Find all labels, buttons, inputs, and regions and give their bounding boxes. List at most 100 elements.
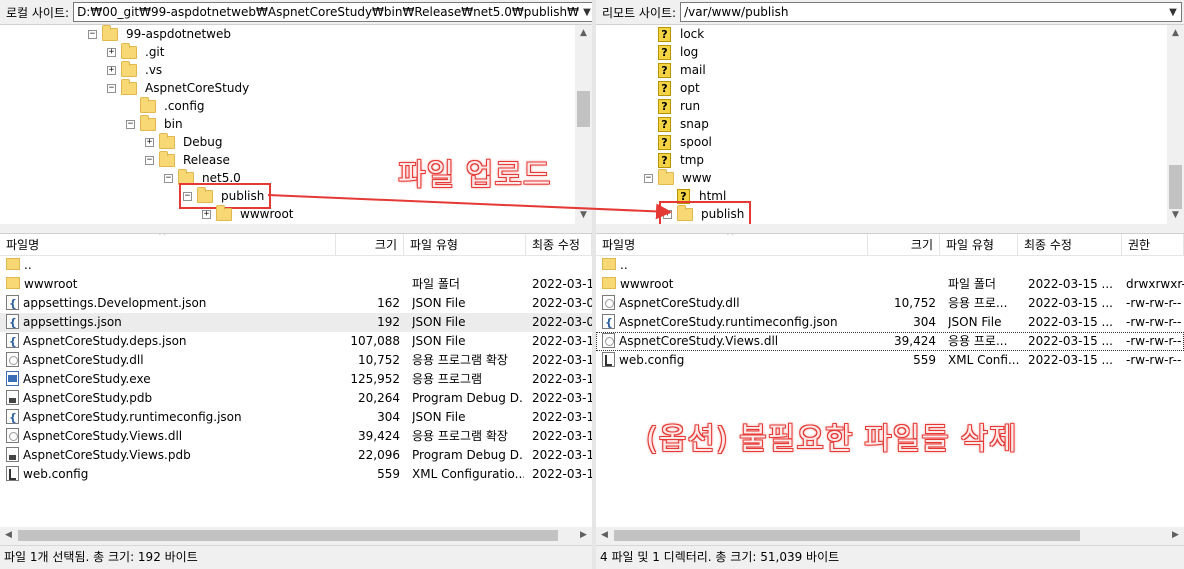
expand-icon[interactable]: + — [107, 47, 116, 57]
scroll-up-icon[interactable]: ▲ — [575, 25, 592, 42]
tree-node[interactable]: .config — [126, 96, 208, 115]
tree-node[interactable]: + wwwroot — [202, 204, 297, 223]
scroll-thumb[interactable] — [1169, 165, 1182, 209]
tree-node[interactable]: + publish — [658, 201, 752, 224]
file-type: JSON File — [412, 410, 466, 424]
tree-node[interactable]: ? opt — [644, 79, 703, 97]
scroll-down-icon[interactable]: ▼ — [575, 207, 592, 224]
file-row[interactable]: AspnetCoreStudy.dll 10,752 응용 프로그램 확장 2022-… — [0, 351, 592, 370]
tree-node[interactable]: ? html — [663, 187, 729, 205]
file-name: appsettings.Development.json — [23, 296, 207, 310]
collapse-icon[interactable]: − — [164, 173, 173, 183]
col-type[interactable]: 파일 유형 — [940, 234, 1018, 256]
local-list-hscrollbar[interactable]: ◀ ▶ — [0, 527, 592, 544]
tree-node[interactable]: − www — [644, 168, 714, 187]
local-directory-tree[interactable]: ▲ ▼ − 99-aspdotnetweb + .git + .vs − AspnetCore… — [0, 24, 592, 224]
scroll-right-icon[interactable]: ▶ — [575, 527, 592, 544]
tree-node-label: lock — [680, 27, 705, 41]
col-permissions[interactable]: 권한 — [1122, 234, 1184, 256]
tree-node-label: log — [680, 45, 699, 59]
scroll-right-icon[interactable]: ▶ — [1167, 527, 1184, 544]
expand-icon[interactable]: + — [663, 209, 672, 219]
remote-tree-scrollbar[interactable]: ▲ ▼ — [1167, 25, 1184, 224]
file-modified: 2022-03-1 — [532, 410, 592, 424]
tree-node[interactable]: ? mail — [644, 61, 709, 79]
collapse-icon[interactable]: − — [88, 29, 97, 39]
scroll-up-icon[interactable]: ▲ — [1167, 25, 1184, 42]
folder-icon — [140, 96, 156, 113]
file-name: AspnetCoreStudy.runtimeconfig.json — [23, 410, 242, 424]
file-row[interactable]: AspnetCoreStudy.Views.dll 39,424 응용 프로그램 확… — [0, 427, 592, 446]
tree-node[interactable]: − bin — [126, 114, 186, 133]
tree-node[interactable]: − publish — [178, 183, 272, 209]
tree-node[interactable]: ? snap — [644, 115, 712, 133]
collapse-icon[interactable]: − — [107, 83, 116, 93]
remote-file-list[interactable]: 파일명 ^ 크기 파일 유형 최종 수정 권한 .. wwwroot 파일 폴더 20… — [596, 233, 1184, 544]
tree-node[interactable]: ? run — [644, 97, 703, 115]
local-file-list[interactable]: 파일명 ^ 크기 파일 유형 최종 수정 .. wwwroot 파일 폴더 2022-… — [0, 233, 592, 544]
file-row[interactable]: AspnetCoreStudy.runtimeconfig.json 304 JSO… — [596, 313, 1184, 332]
local-path-value[interactable]: D:₩00_git₩99-aspdotnetweb₩AspnetCoreStud… — [74, 5, 579, 19]
tree-node[interactable]: + .git — [107, 42, 167, 61]
col-type[interactable]: 파일 유형 — [404, 234, 526, 256]
file-row[interactable]: AspnetCoreStudy.Views.pdb 22,096 Program D… — [0, 446, 592, 465]
file-row[interactable]: AspnetCoreStudy.deps.json 107,088 JSON Fil… — [0, 332, 592, 351]
scroll-down-icon[interactable]: ▼ — [1167, 207, 1184, 224]
tree-node[interactable]: − net5.0 — [164, 168, 244, 187]
tree-node[interactable]: − 99-aspdotnetweb — [88, 25, 234, 43]
collapse-icon[interactable]: − — [145, 155, 154, 165]
tree-node[interactable]: ? lock — [644, 25, 707, 43]
file-row[interactable]: .. — [596, 256, 1184, 275]
col-modified[interactable]: 최종 수정 — [1018, 234, 1122, 256]
scroll-thumb[interactable] — [18, 530, 558, 541]
col-filename[interactable]: 파일명 — [0, 234, 336, 256]
tree-node[interactable]: − Release — [145, 150, 233, 169]
remote-path-combo[interactable]: /var/www/publish ▼ — [680, 2, 1182, 22]
tree-node[interactable]: − AspnetCoreStudy — [107, 78, 252, 97]
scroll-thumb[interactable] — [577, 91, 590, 127]
file-name: wwwroot — [620, 277, 674, 291]
tree-node-label: net5.0 — [202, 171, 241, 185]
file-row[interactable]: AspnetCoreStudy.Views.dll 39,424 응용 프로... 2… — [596, 332, 1184, 351]
remote-list-hscrollbar[interactable]: ◀ ▶ — [596, 527, 1184, 544]
collapse-icon[interactable]: − — [183, 191, 192, 201]
scroll-thumb[interactable] — [614, 530, 1080, 541]
collapse-icon[interactable]: − — [644, 173, 653, 183]
scroll-left-icon[interactable]: ◀ — [0, 527, 17, 544]
file-row[interactable]: web.config 559 XML Confi... 2022-03-15 ... -… — [596, 351, 1184, 370]
collapse-icon[interactable]: − — [126, 119, 135, 129]
col-size[interactable]: 크기 — [868, 234, 940, 256]
file-row[interactable]: appsettings.json 192 JSON File 2022-03-0 — [0, 313, 592, 332]
tree-node-label: wwwroot — [240, 207, 294, 221]
scroll-left-icon[interactable]: ◀ — [596, 527, 613, 544]
tree-node[interactable]: ? log — [644, 43, 701, 61]
file-row[interactable]: AspnetCoreStudy.pdb 20,264 Program Debug D… — [0, 389, 592, 408]
col-modified[interactable]: 최종 수정 — [526, 234, 592, 256]
file-type — [948, 256, 1022, 275]
local-list-header: 파일명 ^ 크기 파일 유형 최종 수정 — [0, 234, 592, 256]
file-size: 20,264 — [358, 391, 400, 405]
local-tree-scrollbar[interactable]: ▲ ▼ — [575, 25, 592, 224]
expand-icon[interactable]: + — [202, 209, 211, 219]
file-row[interactable]: web.config 559 XML Configuratio... 2022-03-… — [0, 465, 592, 484]
file-row[interactable]: appsettings.Development.json 162 JSON File… — [0, 294, 592, 313]
file-row[interactable]: .. — [0, 256, 592, 275]
file-row[interactable]: wwwroot 파일 폴더 2022-03-1 — [0, 275, 592, 294]
expand-icon[interactable]: + — [145, 137, 154, 147]
file-size: 125,952 — [350, 372, 400, 386]
tree-node[interactable]: + .vs — [107, 60, 165, 79]
tree-node[interactable]: + Debug — [145, 132, 225, 151]
chevron-down-icon[interactable]: ▼ — [1165, 7, 1181, 18]
expand-icon[interactable]: + — [107, 65, 116, 75]
file-row[interactable]: AspnetCoreStudy.exe 125,952 응용 프로그램 2022-03… — [0, 370, 592, 389]
tree-node[interactable]: ? tmp — [644, 151, 707, 169]
file-row[interactable]: AspnetCoreStudy.dll 10,752 응용 프로... 2022-03… — [596, 294, 1184, 313]
file-row[interactable]: AspnetCoreStudy.runtimeconfig.json 304 JSO… — [0, 408, 592, 427]
local-path-combo[interactable]: D:₩00_git₩99-aspdotnetweb₩AspnetCoreStud… — [73, 2, 596, 22]
remote-path-value[interactable]: /var/www/publish — [681, 5, 1165, 19]
tree-node[interactable]: ? spool — [644, 133, 715, 151]
file-type: 응용 프로그램 확장 — [412, 353, 508, 367]
remote-directory-tree[interactable]: ▲ ▼ ? lock? log? mail? opt? run? snap? spool? tm… — [596, 24, 1184, 224]
col-size[interactable]: 크기 — [336, 234, 404, 256]
file-row[interactable]: wwwroot 파일 폴더 2022-03-15 ... drwxrwxr- — [596, 275, 1184, 294]
